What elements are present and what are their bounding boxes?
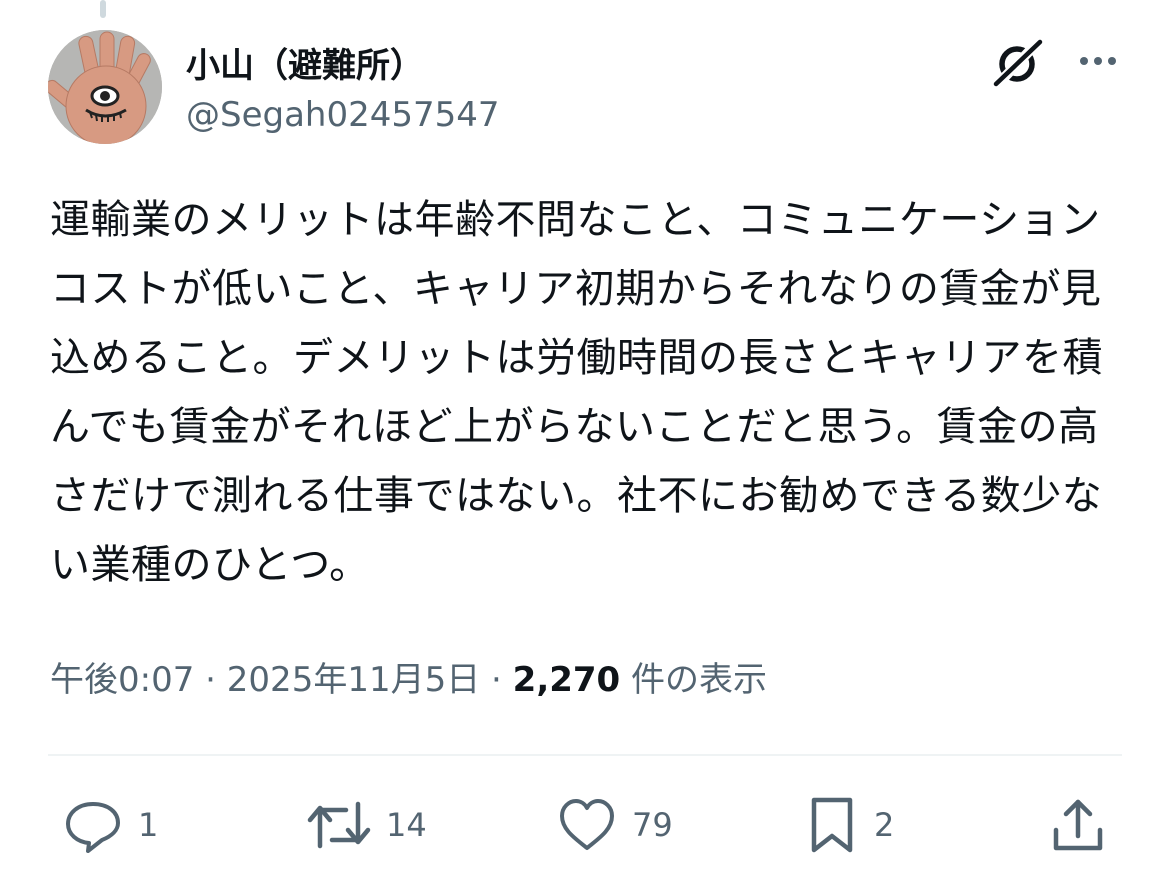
tweet-text: 運輸業のメリットは年齢不問なこと、コミュニケーションコストが低いこと、キャリア初… xyxy=(50,197,1103,588)
meta-separator: · xyxy=(491,660,502,700)
avatar-hand-eye-image xyxy=(48,30,162,144)
bookmark-icon xyxy=(811,797,853,853)
reply-count: 1 xyxy=(138,806,159,844)
reply-button[interactable]: 1 xyxy=(62,790,158,860)
views-label: 件の表示 xyxy=(631,660,768,700)
share-icon xyxy=(1053,799,1103,851)
author-display-name[interactable]: 小山（避難所） xyxy=(186,38,424,87)
like-button[interactable]: 79 xyxy=(556,790,673,860)
like-count: 79 xyxy=(632,806,673,844)
retweet-count: 14 xyxy=(386,806,427,844)
thread-connector-line xyxy=(100,0,106,18)
grok-button[interactable] xyxy=(990,34,1046,90)
more-icon xyxy=(1080,57,1116,65)
bookmark-button[interactable]: 2 xyxy=(804,790,894,860)
views-count[interactable]: 2,270 xyxy=(513,660,621,700)
meta-separator: · xyxy=(205,660,216,700)
author-handle[interactable]: @Segah02457547 xyxy=(186,95,500,135)
more-options-button[interactable] xyxy=(1070,34,1126,90)
bookmark-count: 2 xyxy=(874,806,895,844)
grok-icon xyxy=(993,36,1044,88)
retweet-icon xyxy=(307,801,371,849)
reply-icon xyxy=(66,802,120,853)
tweet-date[interactable]: 2025年11月5日 xyxy=(227,660,480,700)
avatar[interactable] xyxy=(48,30,162,144)
tweet-meta: 午後0:07 · 2025年11月5日 · 2,270 件の表示 xyxy=(50,652,767,701)
tweet-time[interactable]: 午後0:07 xyxy=(50,660,194,700)
retweet-button[interactable]: 14 xyxy=(306,790,427,860)
heart-icon xyxy=(560,799,614,850)
share-button[interactable] xyxy=(1048,790,1108,860)
divider xyxy=(48,754,1122,756)
